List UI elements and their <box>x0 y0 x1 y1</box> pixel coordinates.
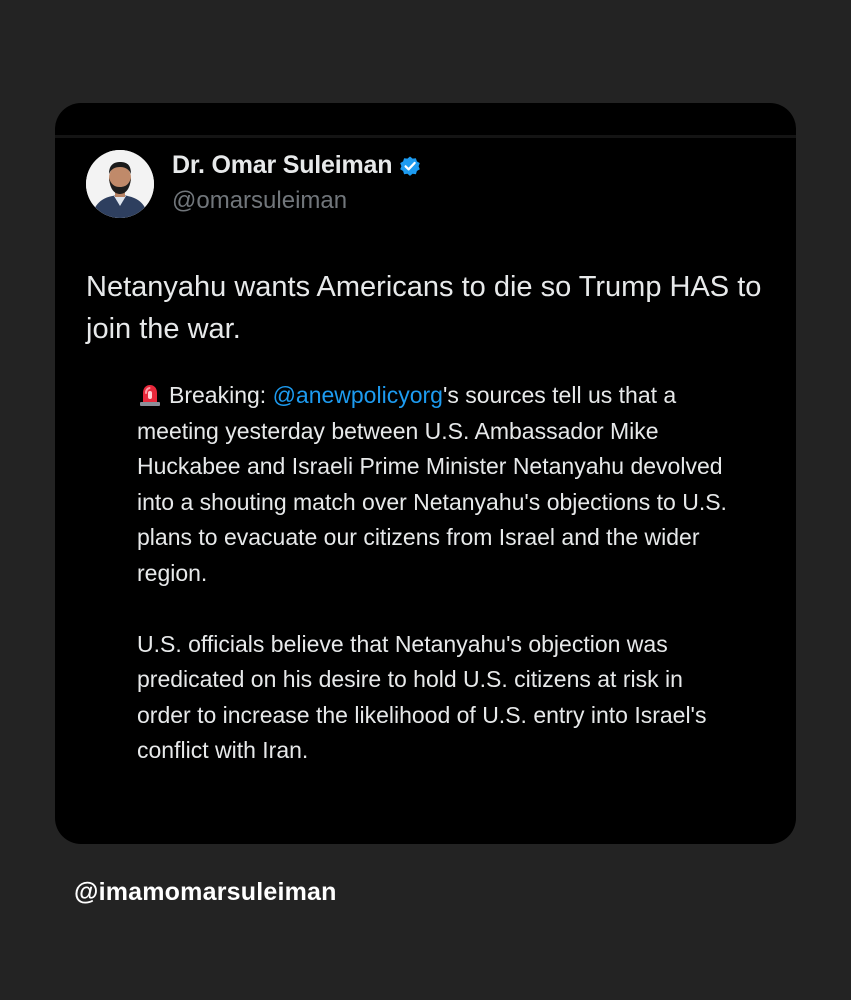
quote-paragraph-2: U.S. officials believe that Netanyahu's … <box>137 630 707 764</box>
quote-paragraph-1-text: 's sources tell us that a meeting yester… <box>137 382 727 586</box>
mention-link[interactable]: @anewpolicyorg <box>273 382 443 408</box>
author-handle[interactable]: @omarsuleiman <box>172 187 347 215</box>
quote-paragraph-1: Breaking: @anewpolicyorg's sources tell … <box>137 378 737 591</box>
siren-icon <box>137 381 163 407</box>
post-text: Netanyahu wants Americans to die so Trum… <box>86 271 762 345</box>
post-card[interactable]: Dr. Omar Suleiman @omarsuleiman Netanyah… <box>55 103 796 844</box>
verified-badge-icon <box>398 154 422 178</box>
quote-prefix: Breaking: <box>169 382 273 408</box>
card-divider <box>55 135 796 138</box>
author-name-row[interactable]: Dr. Omar Suleiman <box>172 151 422 180</box>
footer-handle: @imamomarsuleiman <box>74 878 337 906</box>
author-avatar[interactable] <box>86 150 154 218</box>
author-name[interactable]: Dr. Omar Suleiman <box>172 151 392 180</box>
screenshot-page: Dr. Omar Suleiman @omarsuleiman Netanyah… <box>0 0 851 1000</box>
quoted-post[interactable]: Breaking: @anewpolicyorg's sources tell … <box>137 378 737 769</box>
